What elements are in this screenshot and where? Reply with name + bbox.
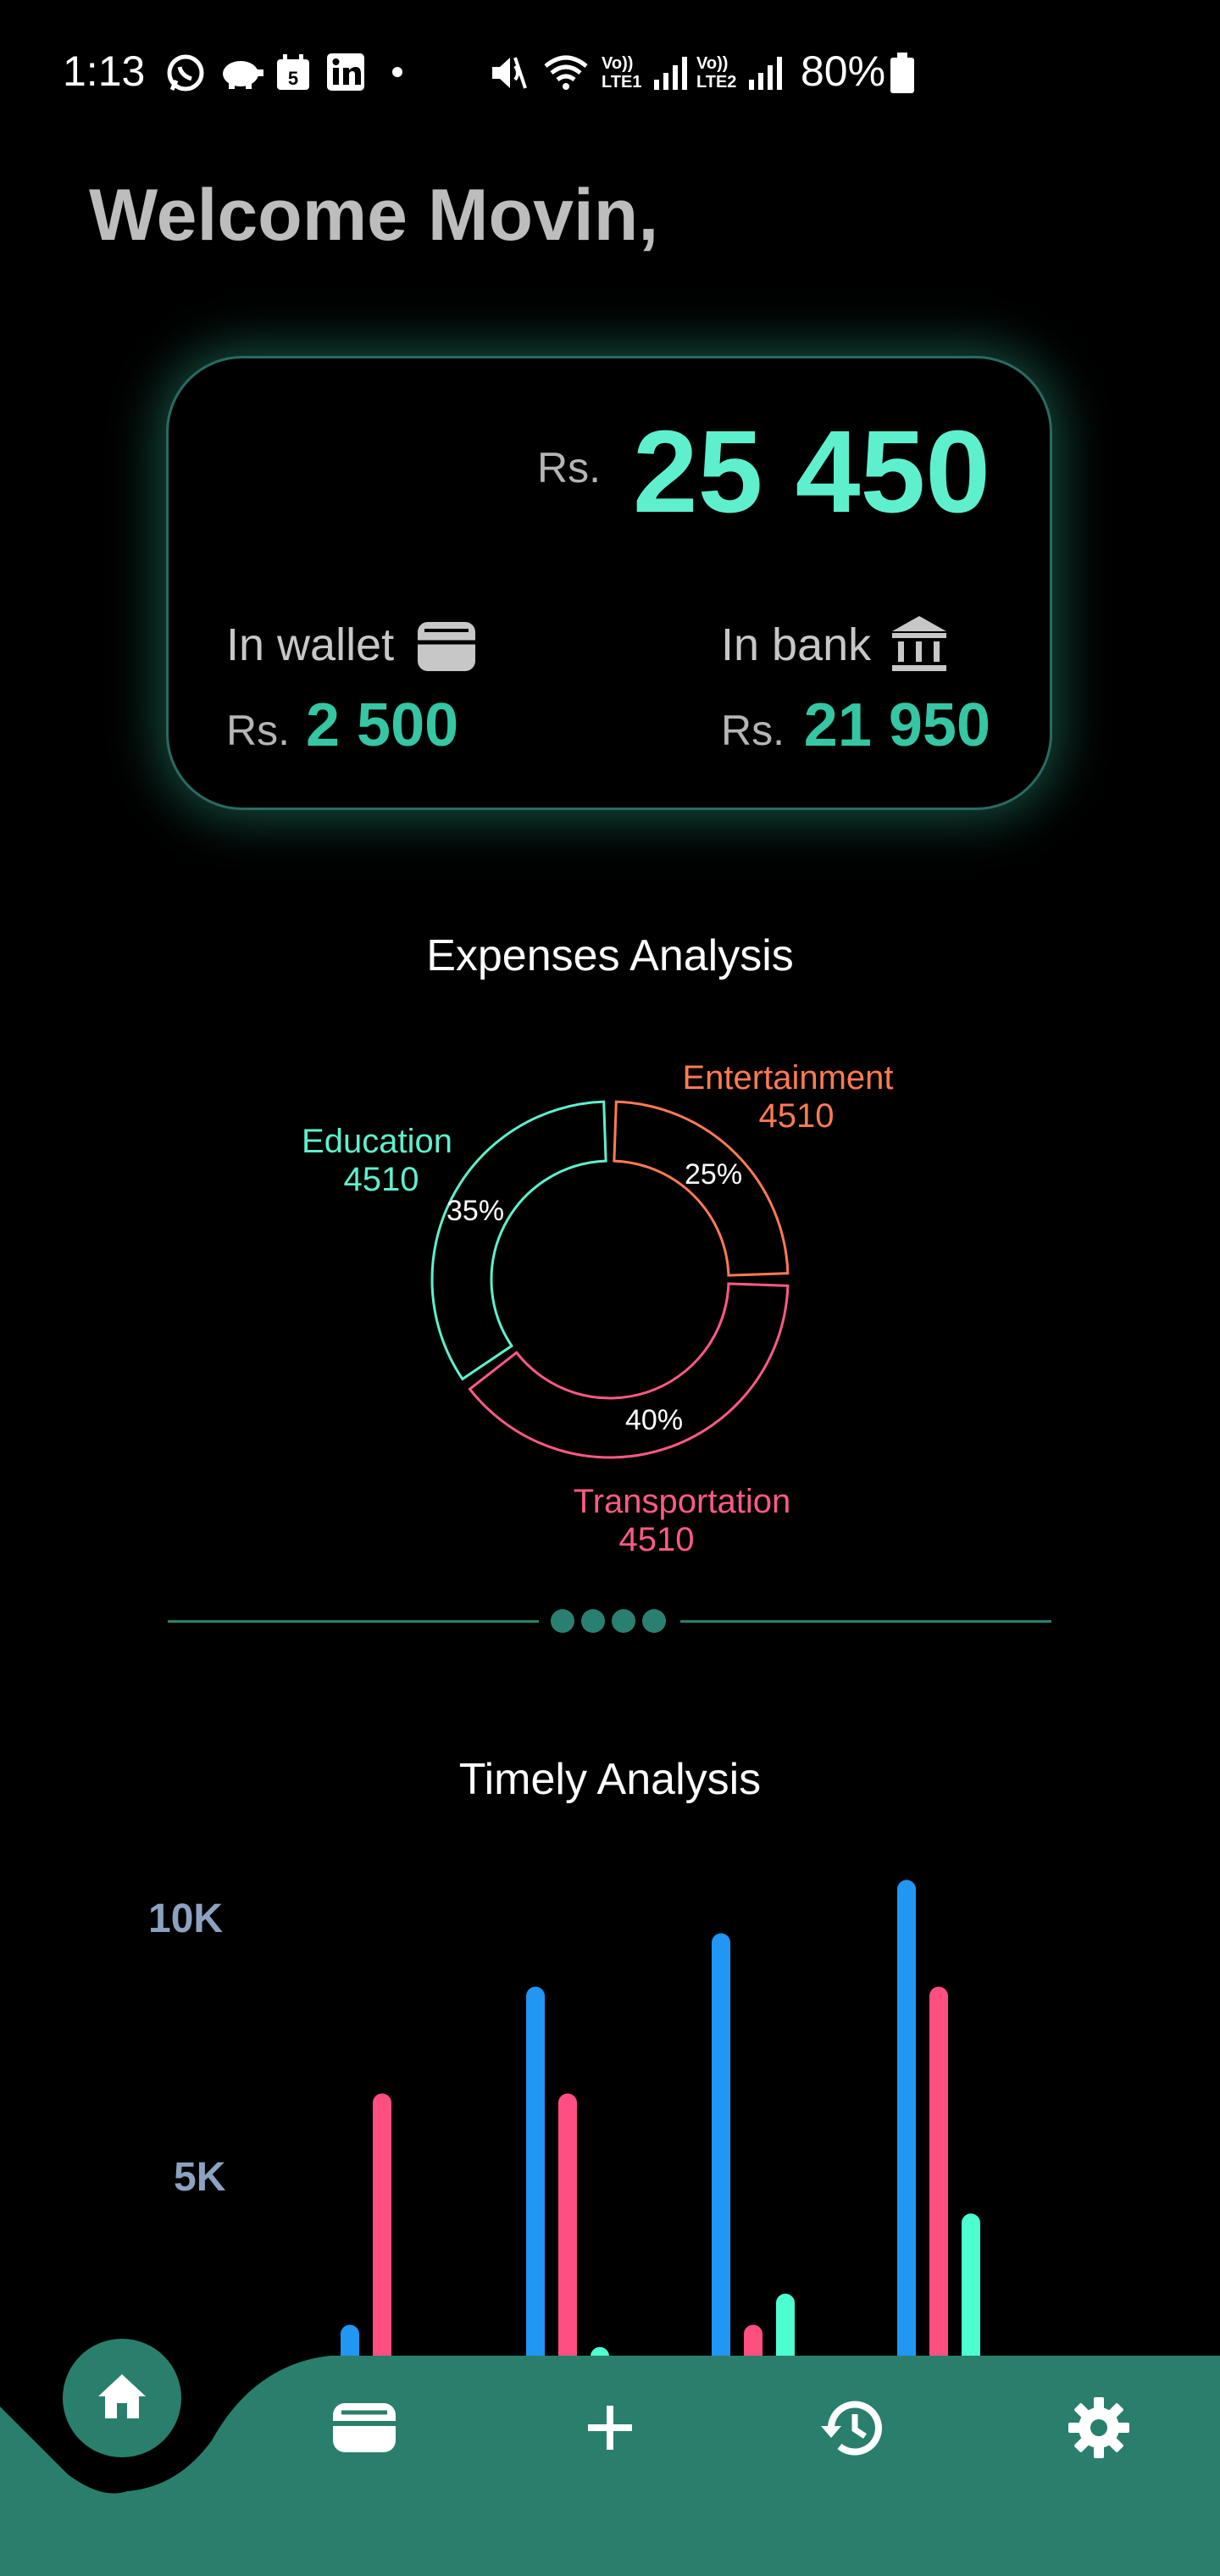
page-dot[interactable] (581, 1609, 605, 1633)
divider-left (168, 1620, 539, 1623)
entertainment-name: Entertainment (682, 1059, 894, 1096)
calendar-day: 5 (288, 68, 298, 89)
entertainment-value: 4510 (758, 1097, 835, 1135)
plus-icon (588, 2406, 632, 2450)
wallet-label: In wallet (226, 619, 395, 670)
transportation-value: 4510 (618, 1521, 695, 1558)
total-currency: Rs. (537, 444, 601, 491)
bar-series3-group4 (962, 2213, 980, 2356)
bar-series1-group2 (526, 1986, 545, 2356)
bar-series2-group1 (373, 2093, 391, 2356)
sim2-label: Vo)) LTE2 (696, 54, 737, 92)
transportation-percent: 40% (625, 1404, 684, 1436)
bank-label: In bank (721, 619, 872, 670)
total-balance: 25 450 (632, 407, 990, 537)
bank-icon (892, 616, 946, 671)
education-label: Education 4510 (292, 1123, 462, 1199)
home-button[interactable] (63, 2339, 181, 2457)
education-percent: 35% (446, 1195, 505, 1227)
battery-icon (890, 53, 914, 93)
wallet-amount: 2 500 (306, 691, 459, 759)
settings-icon (1068, 2397, 1129, 2458)
linkedin-icon (327, 53, 364, 91)
transportation-name: Transportation (573, 1483, 791, 1520)
page-dot[interactable] (642, 1609, 666, 1633)
wallet-currency: Rs. (226, 707, 290, 754)
calendar-icon: 5 (277, 54, 309, 90)
entertainment-label: Entertainment 4510 (661, 1059, 915, 1135)
timely-bar-chart (341, 1879, 980, 2356)
wallet-icon (418, 622, 475, 671)
bar-series3-group3 (776, 2293, 795, 2356)
education-value: 4510 (343, 1161, 419, 1198)
status-time: 1:13 (63, 47, 146, 95)
bank-currency: Rs. (721, 707, 785, 754)
status-bar: 1:13 5 Vo)) LTE1 Vo)) LTE2 80% (0, 0, 1220, 144)
wallet-nav-button[interactable] (326, 2398, 402, 2457)
page-indicator[interactable] (551, 1609, 666, 1633)
piggy-bank-icon (223, 61, 263, 89)
entertainment-percent: 25% (685, 1158, 743, 1191)
dot-icon (392, 67, 402, 77)
settings-button[interactable] (1063, 2392, 1134, 2463)
expenses-title: Expenses Analysis (426, 931, 794, 980)
battery-percent: 80% (801, 47, 886, 95)
bar-series2-group2 (558, 2093, 577, 2356)
add-button[interactable] (576, 2394, 644, 2462)
page-dot[interactable] (612, 1609, 635, 1633)
balance-card: Rs. 25 450 In wallet Rs. 2 500 In bank R… (166, 356, 1052, 810)
bar-series2-group4 (929, 1986, 948, 2356)
welcome-heading: Welcome Movin, (89, 175, 659, 256)
history-icon (821, 2401, 882, 2456)
wallet-icon (333, 2403, 396, 2452)
home-icon (98, 2374, 146, 2418)
bar-series1-group3 (712, 1933, 730, 2356)
bank-amount: 21 950 (803, 691, 990, 759)
transportation-label: Transportation 4510 (555, 1483, 809, 1559)
page-dot[interactable] (551, 1609, 574, 1633)
sim1-label: Vo)) LTE1 (602, 54, 642, 92)
wifi-icon (544, 55, 588, 90)
whatsapp-icon (167, 54, 204, 92)
signal1-icon (654, 57, 687, 90)
education-name: Education (302, 1123, 452, 1160)
signal2-icon (749, 57, 782, 90)
expenses-donut-chart (430, 1100, 790, 1459)
mute-icon (492, 57, 527, 89)
bar-series1-group4 (897, 1879, 916, 2356)
timely-title: Timely Analysis (458, 1755, 762, 1804)
divider-right (680, 1620, 1051, 1623)
history-button[interactable] (818, 2392, 889, 2463)
